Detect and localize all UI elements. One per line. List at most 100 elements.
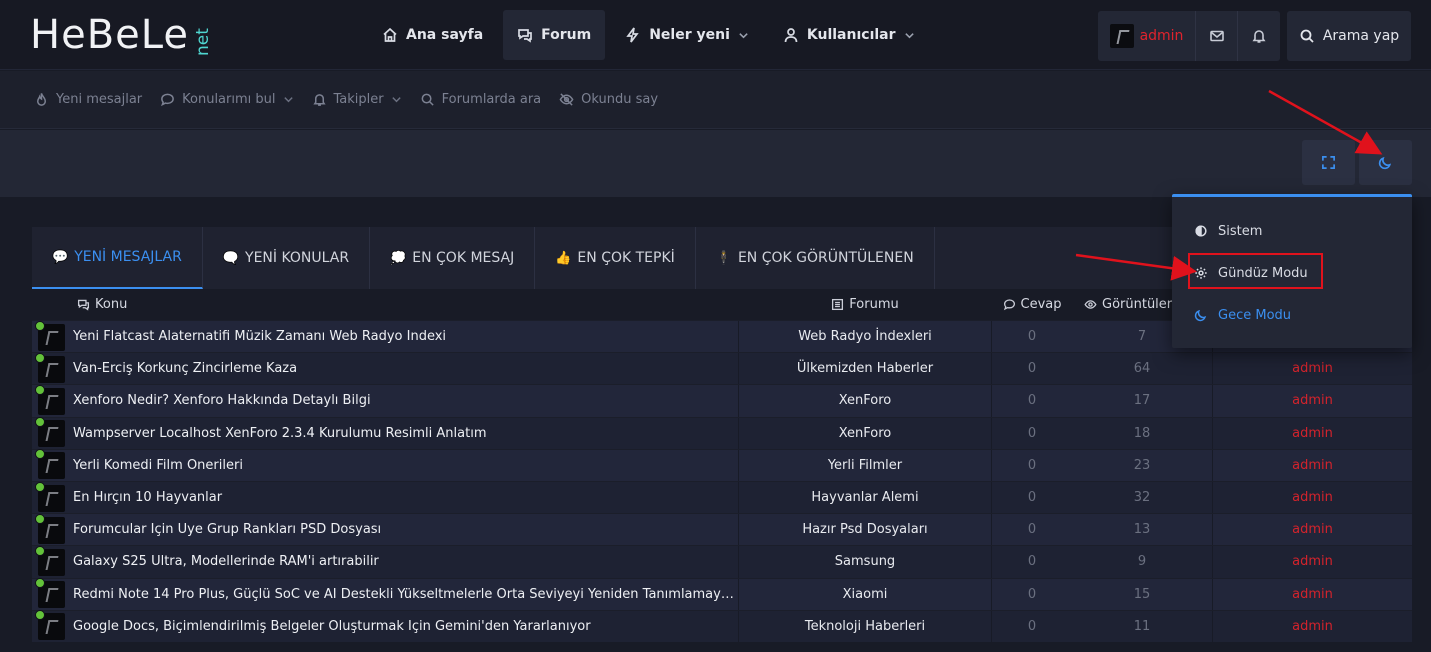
- thread-avatar[interactable]: [32, 384, 70, 417]
- online-status-dot: [35, 352, 45, 363]
- thread-replies: 0: [1027, 425, 1037, 441]
- thread-avatar[interactable]: [32, 449, 70, 481]
- subnav-watched[interactable]: Takipler: [312, 92, 402, 107]
- nav-whats-new[interactable]: Neler yeni: [611, 10, 763, 60]
- nav-members[interactable]: Kullanıcılar: [769, 10, 929, 60]
- subnav-search-forums[interactable]: Forumlarda ara: [420, 92, 542, 107]
- tab-new-threads-label: YENİ KONULAR: [245, 250, 350, 266]
- tab-new-threads[interactable]: 🗨️ YENİ KONULAR: [203, 227, 371, 289]
- table-row[interactable]: Galaxy S25 Ultra, Modellerinde RAM'i art…: [32, 545, 1412, 578]
- subnav-find-threads[interactable]: Konularımı bul: [160, 92, 293, 107]
- thread-title[interactable]: En Hırçın 10 Hayvanlar: [70, 490, 738, 505]
- thread-last-poster[interactable]: admin: [1212, 353, 1412, 385]
- tab-most-reactions[interactable]: 👍 EN ÇOK TEPKİ: [535, 227, 696, 289]
- table-row[interactable]: Yerli Komedi Film Önerileri Yerli Filmler…: [32, 448, 1412, 481]
- thread-forum[interactable]: XenForo: [738, 385, 992, 417]
- subnav-mark-read-label: Okundu say: [581, 92, 659, 107]
- thread-last-poster[interactable]: admin: [1212, 449, 1412, 481]
- tab-new-posts[interactable]: 💬 YENİ MESAJLAR: [32, 227, 203, 289]
- account-menu[interactable]: admin: [1098, 11, 1196, 61]
- tab-most-viewed-label: EN ÇOK GÖRÜNTÜLENEN: [737, 250, 914, 266]
- thread-title[interactable]: Van-Erciş Korkunç Zincirleme Kaza: [70, 361, 738, 376]
- thread-last-poster[interactable]: admin: [1212, 546, 1412, 578]
- thread-title[interactable]: Galaxy S25 Ultra, Modellerinde RAM'i art…: [70, 554, 738, 569]
- thread-avatar[interactable]: [32, 610, 70, 642]
- column-topic[interactable]: Konu: [32, 290, 738, 318]
- subnav-new-posts[interactable]: Yeni mesajlar: [34, 92, 142, 107]
- top-header: HeBeLe net Ana sayfa Forum Neler yeni Ku…: [0, 0, 1431, 70]
- column-topic-label: Konu: [95, 296, 128, 312]
- thread-avatar[interactable]: [32, 481, 70, 514]
- theme-system-label: Sistem: [1218, 223, 1263, 239]
- thread-last-poster[interactable]: admin: [1212, 610, 1412, 642]
- thread-title[interactable]: Google Docs, Biçimlendirilmiş Belgeler O…: [70, 619, 738, 634]
- thread-avatar[interactable]: [32, 352, 70, 385]
- thread-forum[interactable]: Yerli Filmler: [738, 449, 992, 481]
- nav-home[interactable]: Ana sayfa: [368, 10, 497, 60]
- thread-title[interactable]: Redmi Note 14 Pro Plus, Güçlü SoC ve AI …: [70, 587, 738, 602]
- thread-last-poster[interactable]: admin: [1212, 481, 1412, 514]
- table-row[interactable]: Redmi Note 14 Pro Plus, Güçlü SoC ve AI …: [32, 577, 1412, 610]
- thread-title[interactable]: Yerli Komedi Film Önerileri: [70, 458, 738, 473]
- nav-forum[interactable]: Forum: [503, 10, 606, 60]
- thread-forum[interactable]: Teknoloji Haberleri: [738, 610, 992, 642]
- thread-title[interactable]: Forumcular İçin Üye Grup Rankları PSD Do…: [70, 522, 738, 537]
- table-row[interactable]: En Hırçın 10 Hayvanlar Hayvanlar Alemi 0 32…: [32, 480, 1412, 514]
- thread-title[interactable]: Yeni Flatcast Alaternatifi Müzik Zamanı …: [70, 329, 738, 344]
- thread-avatar[interactable]: [32, 578, 70, 610]
- thread-title[interactable]: Wampserver Localhost XenForo 2.3.4 Kurul…: [70, 426, 738, 441]
- column-forum-label: Forumu: [849, 296, 899, 312]
- speech-bubble-icon: 💬: [52, 249, 69, 265]
- search-button[interactable]: Arama yap: [1287, 11, 1411, 61]
- inbox-button[interactable]: [1196, 11, 1238, 61]
- user-icon: [784, 28, 798, 43]
- thread-replies: 0: [1027, 618, 1037, 634]
- table-row[interactable]: Xenforo Nedir? Xenforo Hakkında Detaylı …: [32, 384, 1412, 417]
- thread-forum[interactable]: Ülkemizden Haberler: [738, 353, 992, 385]
- subnav-mark-read[interactable]: Okundu say: [559, 92, 658, 107]
- online-status-dot: [35, 545, 45, 556]
- thread-avatar[interactable]: [32, 513, 70, 546]
- table-row[interactable]: Forumcular İçin Üye Grup Rankları PSD Do…: [32, 513, 1412, 546]
- logo-text: HeBeLe: [30, 12, 189, 58]
- thread-forum[interactable]: Samsung: [738, 546, 992, 578]
- thread-avatar[interactable]: [32, 417, 70, 449]
- thread-avatar[interactable]: [32, 545, 70, 578]
- theme-system-option[interactable]: Sistem: [1172, 215, 1412, 247]
- thread-forum[interactable]: Web Radyo İndexleri: [738, 321, 992, 353]
- thread-views: 64: [1133, 361, 1151, 377]
- thread-forum[interactable]: Hazır Psd Dosyaları: [738, 514, 992, 546]
- fullscreen-button[interactable]: [1302, 140, 1355, 185]
- tab-most-replies[interactable]: 💭 EN ÇOK MESAJ: [370, 227, 536, 289]
- thread-replies: 0: [1027, 361, 1037, 377]
- envelope-icon: [1209, 30, 1224, 42]
- thread-last-poster[interactable]: admin: [1212, 385, 1412, 417]
- table-row[interactable]: Van-Erciş Korkunç Zincirleme Kaza Ülkemiz…: [32, 352, 1412, 385]
- subnav-search-forums-label: Forumlarda ara: [441, 92, 542, 107]
- thread-avatar[interactable]: [32, 320, 70, 353]
- thread-last-poster[interactable]: admin: [1212, 417, 1412, 449]
- thread-forum[interactable]: XenForo: [738, 417, 992, 449]
- chat-icon: [518, 29, 532, 43]
- thread-title[interactable]: Xenforo Nedir? Xenforo Hakkında Detaylı …: [70, 393, 738, 408]
- column-forum[interactable]: Forumu: [738, 290, 992, 318]
- thread-replies: 0: [1027, 586, 1037, 602]
- table-row[interactable]: Google Docs, Biçimlendirilmiş Belgeler O…: [32, 609, 1412, 642]
- comment-icon: [161, 93, 175, 107]
- column-replies-label: Cevap: [1020, 296, 1062, 312]
- thread-last-poster[interactable]: admin: [1212, 578, 1412, 610]
- tab-most-viewed[interactable]: 🕴 EN ÇOK GÖRÜNTÜLENEN: [696, 227, 935, 289]
- theme-dark-option[interactable]: Gece Modu: [1172, 299, 1412, 331]
- thread-forum[interactable]: Hayvanlar Alemi: [738, 481, 992, 514]
- thread-last-poster[interactable]: admin: [1212, 514, 1412, 546]
- thread-list: Yeni Flatcast Alaternatifi Müzik Zamanı …: [32, 320, 1412, 642]
- column-replies[interactable]: Cevap: [992, 290, 1072, 318]
- thread-forum[interactable]: Xiaomi: [738, 578, 992, 610]
- user-bar: admin: [1098, 11, 1280, 61]
- subnav-find-threads-label: Konularımı bul: [182, 92, 276, 107]
- table-row[interactable]: Wampserver Localhost XenForo 2.3.4 Kurul…: [32, 416, 1412, 449]
- theme-toggle-button[interactable]: [1359, 140, 1412, 185]
- alerts-button[interactable]: [1238, 11, 1280, 61]
- theme-light-option[interactable]: Gündüz Modu: [1172, 257, 1412, 289]
- site-logo[interactable]: HeBeLe net: [30, 12, 229, 58]
